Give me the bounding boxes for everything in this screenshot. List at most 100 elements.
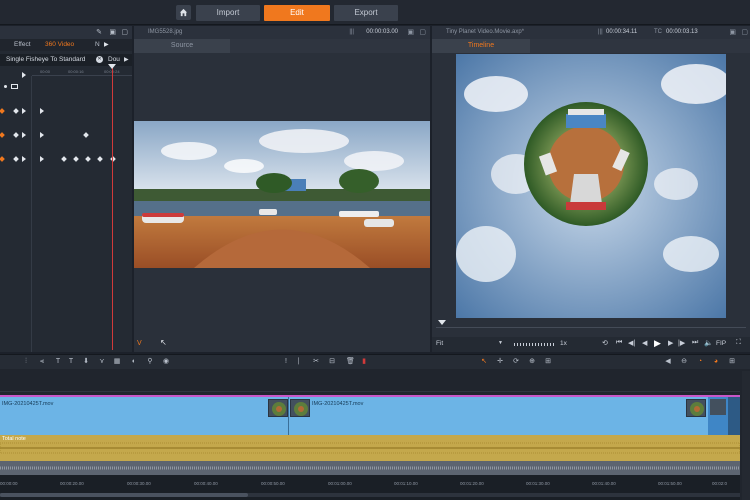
tab-edit[interactable]: Edit xyxy=(264,5,330,21)
tab-360-video[interactable]: 360 Video xyxy=(45,41,74,48)
maximize-icon[interactable]: ▢ xyxy=(121,26,128,39)
link-icon[interactable]: ⚲ xyxy=(146,358,154,366)
play-icon[interactable] xyxy=(22,132,26,138)
pin-icon[interactable]: ✎ xyxy=(96,26,102,39)
levels-icon[interactable]: ⫷ xyxy=(38,358,46,366)
pointer-tool-icon[interactable]: ↖ xyxy=(480,358,488,366)
trim-tool-icon[interactable]: ✛ xyxy=(496,358,504,366)
kf-header-play[interactable] xyxy=(22,72,26,78)
marker-icon[interactable]: ! xyxy=(282,358,290,366)
sync-icon[interactable]: ⟳ xyxy=(512,358,520,366)
source-header: IMG5528.jpg ||| 00:00:03.00 ▣ ▢ xyxy=(134,26,430,39)
end-handle[interactable] xyxy=(728,397,740,435)
video-track[interactable]: IMG-20210425T.mov IMG-20210425T.mov xyxy=(0,395,740,435)
forward-icon[interactable]: ▶ xyxy=(668,339,673,347)
keyframe-dot[interactable] xyxy=(0,156,5,162)
home-button[interactable] xyxy=(176,5,191,20)
source-player: IMG5528.jpg ||| 00:00:03.00 ▣ ▢ Source V… xyxy=(134,26,430,352)
chevron-right-icon[interactable]: ▶ xyxy=(124,54,129,66)
delete-icon[interactable]: 🗑 xyxy=(346,358,355,366)
timeline-scrollbar[interactable] xyxy=(0,493,740,497)
monitor-icon[interactable] xyxy=(11,84,18,89)
record-icon[interactable] xyxy=(4,85,7,88)
play-icon[interactable] xyxy=(22,108,26,114)
ripple-icon[interactable]: ⊞ xyxy=(544,358,552,366)
scrollbar-thumb[interactable] xyxy=(0,493,248,497)
keyframe-dot[interactable] xyxy=(0,132,5,138)
audio-track[interactable]: Total note xyxy=(0,435,740,461)
v-marker: V xyxy=(137,340,142,347)
maximize-icon[interactable]: ▢ xyxy=(419,26,426,39)
go-start-icon[interactable]: ⏮ xyxy=(616,339,622,347)
window-icon[interactable]: ▣ xyxy=(407,26,414,39)
tab-import[interactable]: Import xyxy=(196,5,260,21)
transition-icon[interactable]: ⋎ xyxy=(98,358,106,366)
marker-red-icon[interactable]: ▮ xyxy=(360,358,368,366)
trim-icon[interactable]: ⊟ xyxy=(328,358,336,366)
vertical-scrollbar[interactable] xyxy=(742,371,750,500)
clip-divider xyxy=(288,397,289,435)
play-icon[interactable] xyxy=(40,108,44,114)
fit-dropdown[interactable]: Fit xyxy=(436,340,443,347)
keyframe-toggle-icon[interactable]: ◉ xyxy=(162,358,170,366)
tiny-planet-preview xyxy=(456,54,726,318)
keyframe-diamond[interactable] xyxy=(83,132,89,138)
chevron-down-icon[interactable]: ▼ xyxy=(498,340,503,346)
keyframe-diamond[interactable] xyxy=(73,156,79,162)
jog-slider[interactable] xyxy=(514,343,554,346)
keyframe-diamond[interactable] xyxy=(13,132,19,138)
storyboard-icon[interactable]: ▦ xyxy=(113,358,121,366)
selected-clip[interactable] xyxy=(708,397,728,435)
title-icon[interactable]: T xyxy=(54,358,62,366)
razor-icon[interactable]: ✂ xyxy=(312,358,320,366)
settings-icon[interactable]: ⊞ xyxy=(728,358,736,366)
keyframe-diamond[interactable] xyxy=(13,156,19,162)
keyframe-diamond[interactable] xyxy=(13,108,19,114)
voiceover-icon[interactable]: ⬇ xyxy=(82,358,90,366)
text-icon[interactable]: T xyxy=(67,358,75,366)
next-tab-icon[interactable]: ▶ xyxy=(104,41,109,48)
project-timecode: 00:00:03.13 xyxy=(666,29,698,35)
tab-timeline[interactable]: Timeline xyxy=(432,39,530,53)
volume-icon[interactable]: 🔈 xyxy=(704,339,713,347)
close-icon[interactable]: ✕ xyxy=(96,56,103,63)
play-icon[interactable]: ▶ xyxy=(654,338,661,349)
keyframe-diamond[interactable] xyxy=(85,156,91,162)
maximize-icon[interactable]: ▢ xyxy=(741,26,748,39)
speed-dropdown[interactable]: 1x xyxy=(560,340,567,347)
play-icon[interactable] xyxy=(40,156,44,162)
scrub-handle[interactable] xyxy=(438,320,446,325)
audio-mixer-icon[interactable]: ⫶ xyxy=(22,358,30,366)
split-icon[interactable]: ⎸ xyxy=(298,358,306,366)
rewind-icon[interactable]: ◀ xyxy=(642,339,647,347)
zoom-out-icon[interactable]: ⊖ xyxy=(680,358,688,366)
tab-source[interactable]: Source xyxy=(134,39,230,53)
timeline-ruler[interactable]: 00:00:00 00:00:20.00 00:00:30.00 00:00:4… xyxy=(0,475,740,500)
tab-effect[interactable]: Effect xyxy=(14,41,31,48)
transport-bar: Fit ▼ 1x ⟲ ⏮ ◀| ◀ ▶ ▶ |▶ ⏭ 🔈 FIP ⛶ xyxy=(432,337,750,352)
play-icon[interactable] xyxy=(40,132,44,138)
fullscreen-icon[interactable]: ⛶ xyxy=(736,339,741,347)
next-frame-icon[interactable]: |▶ xyxy=(678,339,685,347)
snap-icon[interactable]: ⊕ xyxy=(528,358,536,366)
timeline-panel: ⫶ ⫷ T T ⬇ ⋎ ▦ ◐ ⚲ ◉ ! ⎸ ✂ ⊟ 🗑 ▮ ↖ ✛ ⟳ ⊕ … xyxy=(0,354,750,500)
play-icon[interactable] xyxy=(22,156,26,162)
tab-n[interactable]: N xyxy=(95,41,100,48)
go-end-icon[interactable]: ⏭ xyxy=(692,339,698,347)
color-icon[interactable]: ◐ xyxy=(130,358,138,366)
zoom-fit-icon[interactable]: ◔ xyxy=(696,358,704,366)
keyframe-dot[interactable] xyxy=(0,108,5,114)
prev-frame-icon[interactable]: ◀| xyxy=(628,339,635,347)
keyframe-playhead[interactable] xyxy=(112,66,113,350)
tab-export[interactable]: Export xyxy=(334,5,398,21)
back-icon[interactable]: ◀ xyxy=(664,358,672,366)
window-icon[interactable]: ▣ xyxy=(729,26,736,39)
player-scrub-ruler[interactable] xyxy=(436,320,746,328)
playhead-handle[interactable] xyxy=(108,64,116,69)
loop-icon[interactable]: ⟲ xyxy=(602,339,608,347)
fip-button[interactable]: FIP xyxy=(716,340,726,347)
zoom-in-icon[interactable]: ◕ xyxy=(712,358,720,366)
keyframe-diamond[interactable] xyxy=(61,156,67,162)
window-icon[interactable]: ▣ xyxy=(109,26,116,39)
keyframe-diamond[interactable] xyxy=(97,156,103,162)
